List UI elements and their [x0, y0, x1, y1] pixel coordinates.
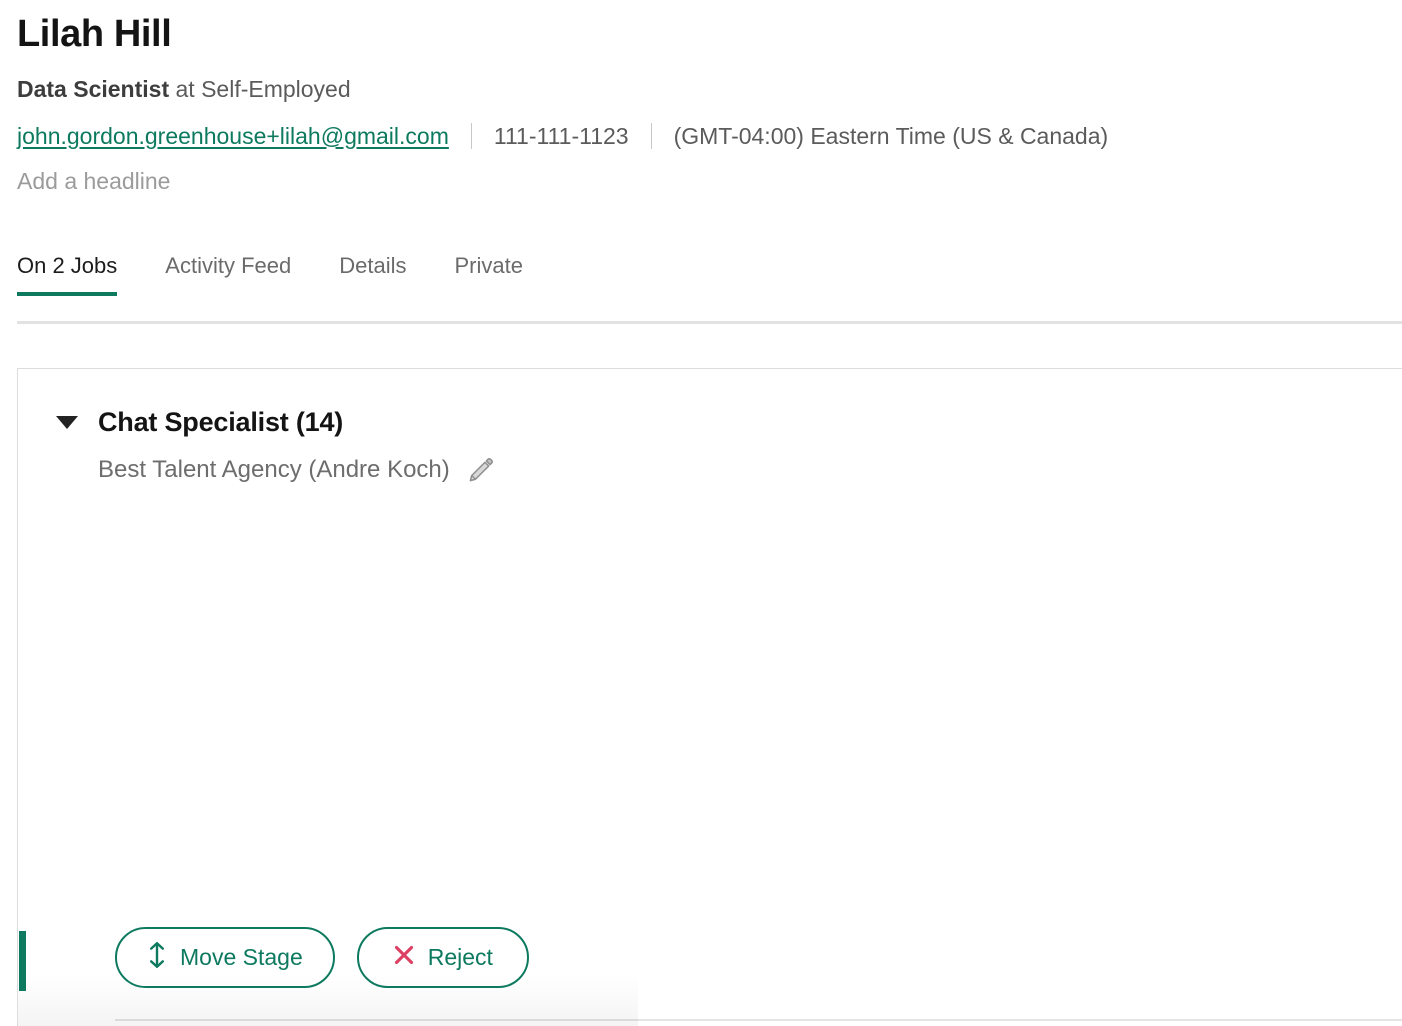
tabs-divider: [17, 321, 1402, 324]
tab-on-jobs[interactable]: On 2 Jobs: [17, 255, 143, 296]
reject-label: Reject: [427, 944, 493, 970]
move-stage-label: Move Stage: [180, 944, 303, 970]
up-down-arrow-icon: [147, 941, 167, 974]
candidate-contact-line: john.gordon.greenhouse+lilah@gmail.com 1…: [17, 122, 1402, 150]
job-title-row: Chat Specialist (14): [56, 409, 496, 436]
job-application-card: Chat Specialist (14) Best Talent Agency …: [17, 368, 1402, 1026]
candidate-timezone: (GMT-04:00) Eastern Time (US & Canada): [673, 122, 1109, 149]
agency-row: Best Talent Agency (Andre Koch): [98, 455, 496, 485]
candidate-header: Lilah Hill Data Scientist at Self-Employ…: [17, 0, 1402, 195]
caret-down-icon[interactable]: [56, 416, 78, 429]
reject-button[interactable]: Reject: [356, 927, 529, 988]
candidate-role-line: Data Scientist at Self-Employed: [17, 76, 1402, 102]
candidate-phone: 111-111-1123: [493, 122, 629, 149]
move-stage-button[interactable]: Move Stage: [115, 927, 335, 988]
profile-tabs: On 2 Jobs Activity Feed Details Private: [17, 255, 1402, 296]
job-action-buttons: Move Stage Reject: [115, 927, 529, 988]
divider: [650, 123, 652, 150]
tab-activity-feed[interactable]: Activity Feed: [143, 255, 317, 296]
tab-private[interactable]: Private: [432, 255, 548, 296]
candidate-profile-page: Lilah Hill Data Scientist at Self-Employ…: [0, 0, 1402, 1026]
x-mark-icon: [393, 944, 415, 972]
headline-input-placeholder[interactable]: Add a headline: [17, 168, 1402, 194]
offer-details-accent-bar: [19, 931, 26, 991]
page-title: Lilah Hill: [17, 13, 172, 55]
card-section-divider: [115, 1019, 1402, 1021]
job-title: Chat Specialist (14): [98, 407, 344, 437]
pencil-icon[interactable]: [466, 455, 496, 485]
tab-details[interactable]: Details: [317, 255, 432, 296]
candidate-role-title: Data Scientist: [17, 76, 170, 102]
job-card-header: Chat Specialist (14) Best Talent Agency …: [56, 409, 496, 485]
divider: [470, 123, 472, 150]
candidate-email-link[interactable]: john.gordon.greenhouse+lilah@gmail.com: [17, 123, 449, 149]
agency-name: Best Talent Agency (Andre Koch): [98, 456, 450, 483]
candidate-company: at Self-Employed: [169, 76, 351, 102]
